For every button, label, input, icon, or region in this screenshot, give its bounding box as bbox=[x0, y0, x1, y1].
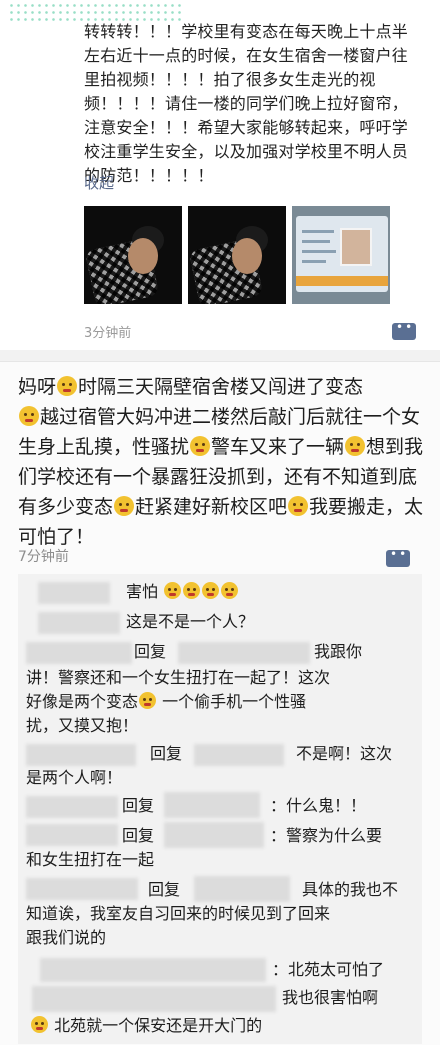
post-1-images bbox=[84, 206, 390, 304]
crying-emoji-icon bbox=[164, 582, 182, 599]
comment-3-line-2: 讲！警察还和一个女生扭打在一起了！这次 bbox=[26, 668, 331, 687]
crying-emoji-icon bbox=[31, 1016, 48, 1033]
comment-6-line-1: ：警察为什么要 bbox=[270, 826, 383, 845]
crying-emoji-icon bbox=[139, 692, 157, 709]
comment-4-line-2: 是两个人啊！ bbox=[26, 768, 123, 787]
crying-emoji-icon bbox=[19, 406, 39, 426]
collapse-link[interactable]: 收起 bbox=[84, 172, 114, 193]
comment-9-line-2: 北苑就一个保安还是开大门的 bbox=[30, 1014, 262, 1038]
photo-thumbnail-2[interactable] bbox=[188, 206, 286, 304]
crying-emoji-icon bbox=[114, 496, 135, 516]
comment-5-reply: 回复 bbox=[122, 796, 155, 815]
comment-icon[interactable] bbox=[386, 547, 410, 567]
comment-7-line-3: 跟我们说的 bbox=[26, 928, 107, 947]
post-2: 妈呀 时隔三天隔壁宿舍楼又闯进了变态 越过宿管大妈冲进二楼然后敲门后就往一个女生身上… bbox=[0, 362, 440, 1045]
crying-emoji-icon bbox=[345, 436, 366, 456]
divider bbox=[0, 350, 440, 362]
comment-3-line-3: 好像是两个变态 一个偷手机一个性骚 bbox=[26, 692, 307, 711]
comment-6-line-2: 和女生扭打在一起 bbox=[26, 850, 155, 869]
comment-6-reply: 回复 bbox=[122, 826, 155, 845]
post-2-timestamp: 7分钟前 bbox=[18, 549, 69, 565]
post-1-timestamp: 3分钟前 bbox=[84, 326, 132, 341]
crying-emoji-icon bbox=[57, 376, 78, 396]
photo-thumbnail-1[interactable] bbox=[84, 206, 182, 304]
comment-3-line-4: 扰，又摸又抱！ bbox=[26, 716, 139, 735]
photo-thumbnail-id-card[interactable] bbox=[292, 206, 390, 304]
comment-7-reply: 回复 bbox=[148, 880, 181, 899]
comment-5-line-1: ：什么鬼！！ bbox=[270, 796, 367, 815]
comment-8: ：北苑太可怕了 bbox=[272, 960, 385, 979]
post-1: 转转转！！！学校里有变态在每天晚上十点半左右近十一点的时候，在女生宿舍一楼窗户往… bbox=[0, 0, 440, 350]
post-2-text: 妈呀 时隔三天隔壁宿舍楼又闯进了变态 越过宿管大妈冲进二楼然后敲门后就往一个女生身上… bbox=[18, 376, 424, 548]
comment-section: 害怕 这是不是一个人？ 回复 我跟你 讲！警察还和一个女生扭打在一起了！这次 好… bbox=[18, 574, 422, 1044]
crying-emoji-icon bbox=[183, 582, 201, 599]
comment-3-line-1: 回复 bbox=[134, 642, 167, 661]
comment-7-line-2: 知道诶，我室友自习回来的时候见到了回来 bbox=[26, 904, 331, 923]
crying-emoji-icon bbox=[202, 582, 220, 599]
crying-emoji-icon bbox=[221, 582, 239, 599]
post-1-text: 转转转！！！学校里有变态在每天晚上十点半左右近十一点的时候，在女生宿舍一楼窗户往… bbox=[84, 22, 409, 185]
comment-2: 这是不是一个人？ bbox=[126, 612, 255, 631]
comment-1: 害怕 bbox=[126, 580, 239, 604]
comment-4-line-1: 不是啊！这次 bbox=[296, 744, 393, 763]
comment-7-line-1: 具体的我也不 bbox=[302, 880, 399, 899]
comment-3-line-1b: 我跟你 bbox=[314, 642, 363, 661]
crying-emoji-icon bbox=[288, 496, 309, 516]
comment-icon[interactable] bbox=[392, 320, 416, 340]
crying-emoji-icon bbox=[190, 436, 211, 456]
comment-4-reply: 回复 bbox=[150, 744, 183, 763]
comment-9-line-1: 我也很害怕啊 bbox=[282, 988, 379, 1007]
